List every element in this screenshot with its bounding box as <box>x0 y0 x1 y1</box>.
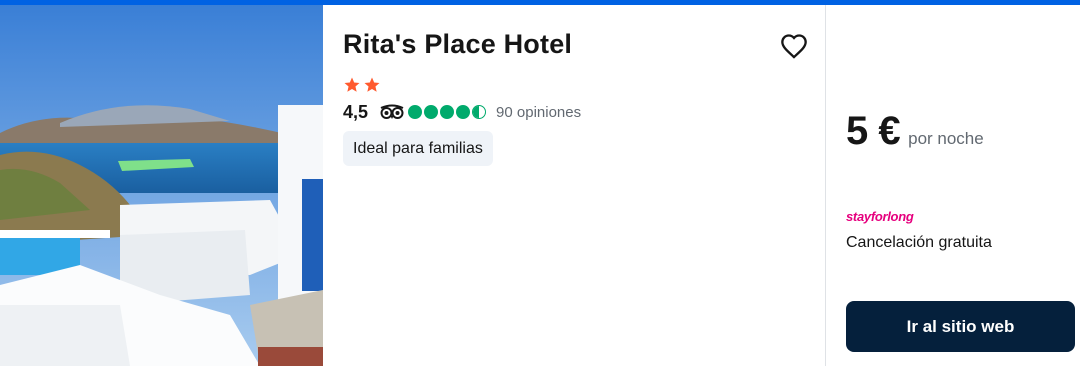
favorite-button[interactable] <box>779 32 809 60</box>
hotel-info: Rita's Place Hotel 4,5 90 opiniones Idea… <box>323 5 825 366</box>
star-icon <box>364 77 380 92</box>
provider-logo: stayforlong <box>846 209 914 224</box>
go-to-site-button[interactable]: Ir al sitio web <box>846 301 1075 352</box>
star-rating <box>343 76 381 94</box>
star-icon <box>344 77 360 92</box>
per-night-label: por noche <box>908 129 984 148</box>
rating-bubble-half <box>472 105 487 119</box>
bubble-rating <box>408 105 487 119</box>
family-friendly-tag: Ideal para familias <box>343 131 493 166</box>
price-panel: 5 € por noche stayforlong Cancelación gr… <box>826 5 1080 366</box>
rating-bubble-full <box>408 105 423 119</box>
rating-bubble-full <box>440 105 455 119</box>
review-rating-row[interactable]: 4,5 90 opiniones <box>343 101 581 123</box>
price-value: 5 € <box>846 109 901 153</box>
heart-outline-icon <box>781 34 807 59</box>
hotel-photo[interactable] <box>0 5 323 366</box>
price-row: 5 € por noche <box>846 109 984 154</box>
review-count[interactable]: 90 opiniones <box>496 104 581 121</box>
rating-bubble-full <box>424 105 439 119</box>
free-cancellation-label: Cancelación gratuita <box>846 234 992 251</box>
rating-bubble-full <box>456 105 471 119</box>
hotel-name[interactable]: Rita's Place Hotel <box>343 29 572 60</box>
tripadvisor-owl-icon <box>380 104 404 119</box>
hotel-result-card[interactable]: Rita's Place Hotel 4,5 90 opiniones Idea… <box>0 5 1080 366</box>
rating-score: 4,5 <box>343 101 369 122</box>
